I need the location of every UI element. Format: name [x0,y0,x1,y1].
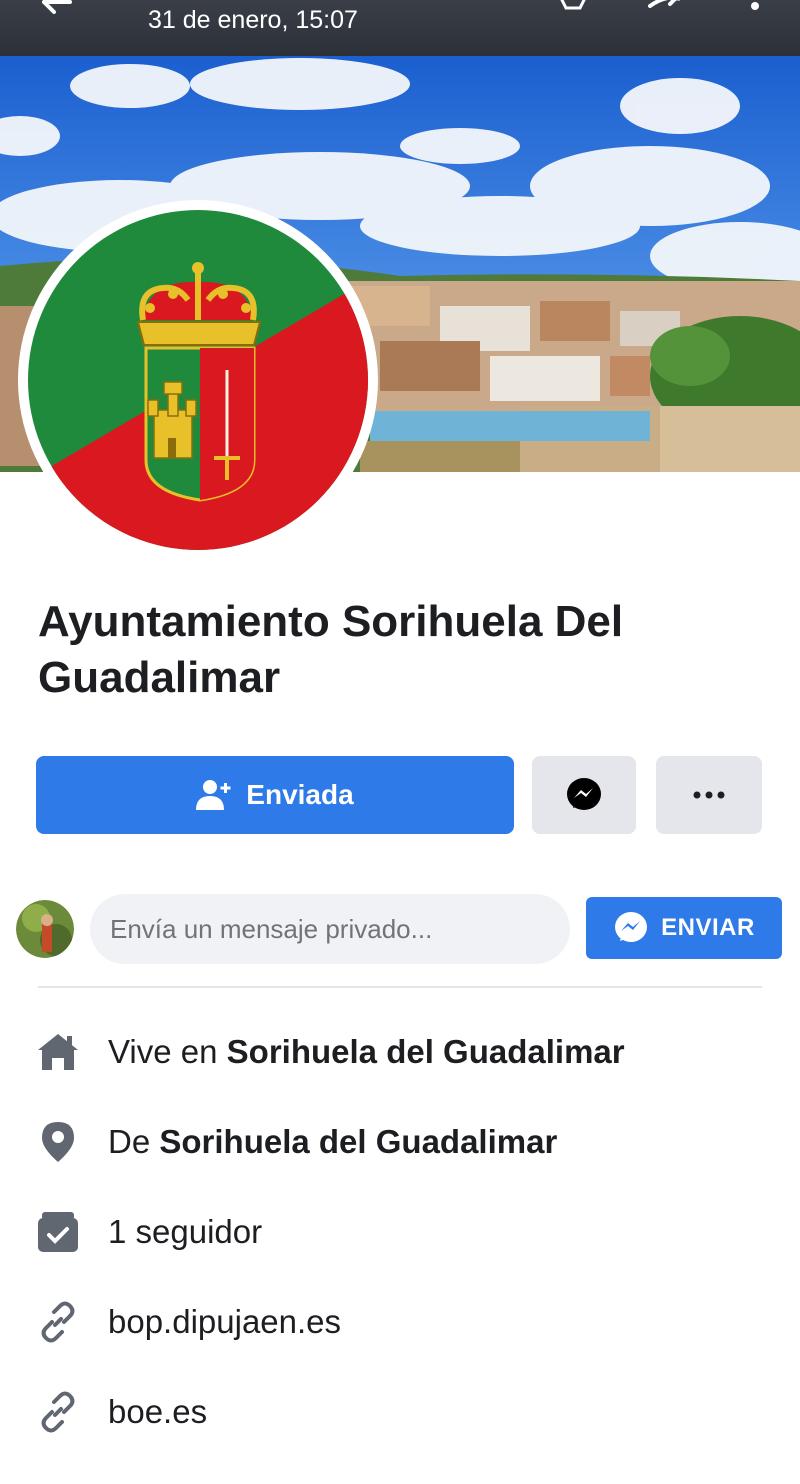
divider [38,986,762,988]
location-pin-icon [36,1120,80,1164]
page-profile-picture[interactable] [18,200,378,560]
more-vertical-icon[interactable] [748,0,762,18]
info-link-1: bop.dipujaen.es [0,1292,800,1352]
friend-request-sent-button[interactable]: Enviada [36,756,514,834]
info-from: De Sorihuela del Guadalimar [0,1112,800,1172]
send-button[interactable]: ENVIAR [586,897,782,959]
followers-icon [36,1210,80,1254]
friend-request-sent-label: Enviada [246,779,354,810]
link-icon [36,1390,80,1434]
back-arrow-icon[interactable] [40,0,80,20]
info-link-2: boe.es [0,1382,800,1442]
send-button-label: ENVIAR [661,914,755,941]
home-icon [36,1030,80,1074]
coat-of-arms-logo [28,210,368,550]
info-followers: 1 seguidor [0,1202,800,1262]
user-avatar[interactable] [16,900,74,958]
share-icon[interactable] [646,0,686,18]
from-place-link[interactable]: Sorihuela del Guadalimar [159,1123,557,1160]
website-link-1[interactable]: bop.dipujaen.es [108,1303,341,1341]
messenger-button[interactable] [532,756,636,834]
more-horizontal-icon [693,791,725,799]
from-prefix: De [108,1123,160,1160]
date-label: 31 de enero, 15:07 [148,6,358,34]
lives-prefix: Vive en [108,1033,227,1070]
lives-place-link[interactable]: Sorihuela del Guadalimar [227,1033,625,1070]
person-add-icon [196,780,231,810]
messenger-icon [615,912,648,942]
info-lives-in: Vive en Sorihuela del Guadalimar [0,1022,800,1082]
website-link-2[interactable]: boe.es [108,1393,207,1431]
messenger-icon [567,778,601,810]
more-options-button[interactable] [656,756,762,834]
private-message-input[interactable] [90,894,570,964]
star-icon[interactable] [556,0,590,18]
link-icon [36,1300,80,1344]
followers-count: 1 seguidor [108,1213,263,1250]
page-title: Ayuntamiento Sorihuela Del Guadalimar [38,597,624,702]
viewer-top-bar: 31 de enero, 15:07 [0,0,800,56]
